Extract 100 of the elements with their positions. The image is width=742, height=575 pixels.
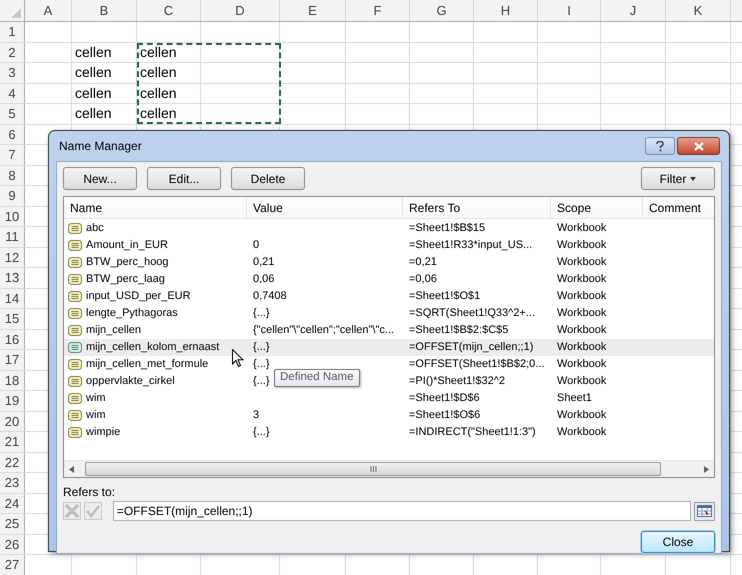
row-header[interactable]: 16: [0, 330, 25, 349]
row-header[interactable]: 6: [0, 124, 25, 144]
column-header[interactable]: Name: [64, 197, 247, 218]
row-header[interactable]: 4: [0, 84, 25, 103]
scope-cell: Sheet1: [557, 392, 592, 404]
row-header[interactable]: 2: [0, 42, 25, 62]
list-icon: [68, 223, 82, 234]
name-cell-text: input_USD_per_EUR: [86, 289, 191, 304]
range-picker-button[interactable]: [694, 502, 715, 520]
dialog-button[interactable]: New...: [63, 167, 137, 190]
selected-row-highlight[interactable]: [64, 339, 714, 356]
row-header[interactable]: 21: [0, 432, 25, 452]
column-header[interactable]: Comment: [643, 197, 718, 218]
row-header[interactable]: 23: [0, 473, 25, 492]
scope-cell: Workbook: [557, 307, 606, 320]
close-icon: [694, 142, 704, 150]
name-cell-text: wimpie: [86, 425, 120, 440]
range-picker-icon: [697, 505, 712, 517]
list-icon: [68, 376, 82, 387]
cancel-icon: [64, 504, 79, 518]
cell-text: cellen: [137, 84, 201, 103]
refers-to-cell: =OFFSET(Sheet1!$B$2;0...: [409, 358, 544, 370]
help-button[interactable]: [645, 137, 675, 155]
list-icon: [68, 274, 82, 285]
column-header[interactable]: Refers To: [403, 197, 551, 218]
mouse-pointer-icon: [232, 349, 244, 368]
scroll-left-icon[interactable]: [69, 466, 74, 472]
row-header[interactable]: 10: [0, 206, 25, 226]
row-header[interactable]: 12: [0, 248, 25, 267]
row-header[interactable]: 22: [0, 452, 25, 472]
refers-to-cell: =OFFSET(mijn_cellen;;1): [409, 341, 534, 354]
refers-to-cell: =Sheet1!$O$6: [409, 409, 480, 422]
row-header[interactable]: 1: [0, 22, 25, 42]
scroll-right-icon[interactable]: [704, 466, 709, 472]
column-header[interactable]: Value: [247, 197, 403, 218]
list-icon: [68, 291, 82, 302]
row-header[interactable]: 11: [0, 227, 25, 246]
dropdown-caret-icon: [690, 176, 696, 180]
refers-to-cell: =PI()*Sheet1!$32^2: [409, 375, 505, 388]
row-header[interactable]: 19: [0, 391, 25, 410]
list-icon: [68, 325, 82, 336]
list-icon: [68, 308, 82, 319]
refers-to-cell: =INDIRECT("Sheet1!1:3"): [409, 426, 536, 438]
row-header[interactable]: 3: [0, 63, 25, 82]
window-title: Name Manager: [59, 138, 142, 155]
refers-to-cell: =SQRT(Sheet1!Q33^2+...: [409, 307, 536, 320]
name-cell-text: mijn_cellen_kolom_ernaast: [86, 340, 220, 356]
value-cell: 0: [253, 239, 260, 252]
name-cell-text: mijn_cellen: [86, 323, 142, 338]
row-header[interactable]: 5: [0, 104, 25, 124]
list-icon: [68, 393, 82, 404]
cell-text: cellen: [137, 42, 201, 62]
row-header[interactable]: 13: [0, 268, 25, 288]
row-header[interactable]: 15: [0, 309, 25, 328]
dialog-button[interactable]: Edit...: [147, 167, 221, 190]
value-cell: {...}: [253, 375, 270, 388]
row-header[interactable]: 26: [0, 534, 25, 554]
column-header[interactable]: Scope: [551, 197, 643, 218]
scope-cell: Workbook: [557, 239, 606, 252]
row-header[interactable]: 7: [0, 145, 25, 164]
checkmark-icon: [86, 504, 100, 518]
row-header[interactable]: 9: [0, 186, 25, 206]
name-cell-text: BTW_perc_hoog: [86, 255, 169, 270]
value-cell: {...}: [253, 426, 270, 438]
name-cell-text: wim: [86, 408, 106, 424]
dialog-button[interactable]: Delete: [231, 167, 305, 190]
value-cell: 0,21: [253, 256, 274, 268]
row-header[interactable]: 14: [0, 288, 25, 308]
value-cell: 0,06: [253, 273, 274, 286]
corner-triangle-icon: [11, 8, 21, 18]
close-dialog-button[interactable]: Close: [641, 531, 715, 553]
help-icon: [656, 140, 664, 152]
refers-to-cell: =Sheet1!R33*input_US...: [409, 239, 532, 252]
name-cell-text: BTW_perc_laag: [86, 272, 165, 288]
row-header[interactable]: 20: [0, 412, 25, 431]
refers-to-cell: =Sheet1!$D$6: [409, 392, 480, 404]
cell-text: cellen: [72, 84, 137, 103]
row-header[interactable]: 8: [0, 166, 25, 185]
list-icon: [68, 359, 82, 370]
value-cell: {...}: [253, 341, 270, 354]
row-header[interactable]: 17: [0, 350, 25, 370]
scope-cell: Workbook: [557, 358, 606, 370]
scrollbar-thumb[interactable]: [85, 462, 661, 476]
scope-cell: Workbook: [557, 290, 606, 302]
refers-to-field[interactable]: =OFFSET(mijn_cellen;;1): [112, 501, 692, 521]
value-cell: {"cellen"\"cellen";"cellen"\"c...: [253, 324, 394, 336]
value-cell: 0,7408: [253, 290, 287, 302]
horizontal-scrollbar[interactable]: [64, 460, 714, 477]
value-cell: {...}: [253, 307, 270, 320]
filter-button[interactable]: Filter: [641, 167, 715, 190]
row-header[interactable]: 27: [0, 555, 25, 574]
value-cell: {...}: [253, 358, 270, 370]
name-cell-text: abc: [86, 221, 104, 236]
close-button[interactable]: [677, 137, 720, 155]
name-cell-text: oppervlakte_cirkel: [86, 374, 175, 390]
list-icon: [68, 257, 82, 268]
row-header[interactable]: 24: [0, 494, 25, 513]
row-header[interactable]: 25: [0, 514, 25, 534]
grip-icon: [370, 466, 376, 472]
row-header[interactable]: 18: [0, 370, 25, 390]
